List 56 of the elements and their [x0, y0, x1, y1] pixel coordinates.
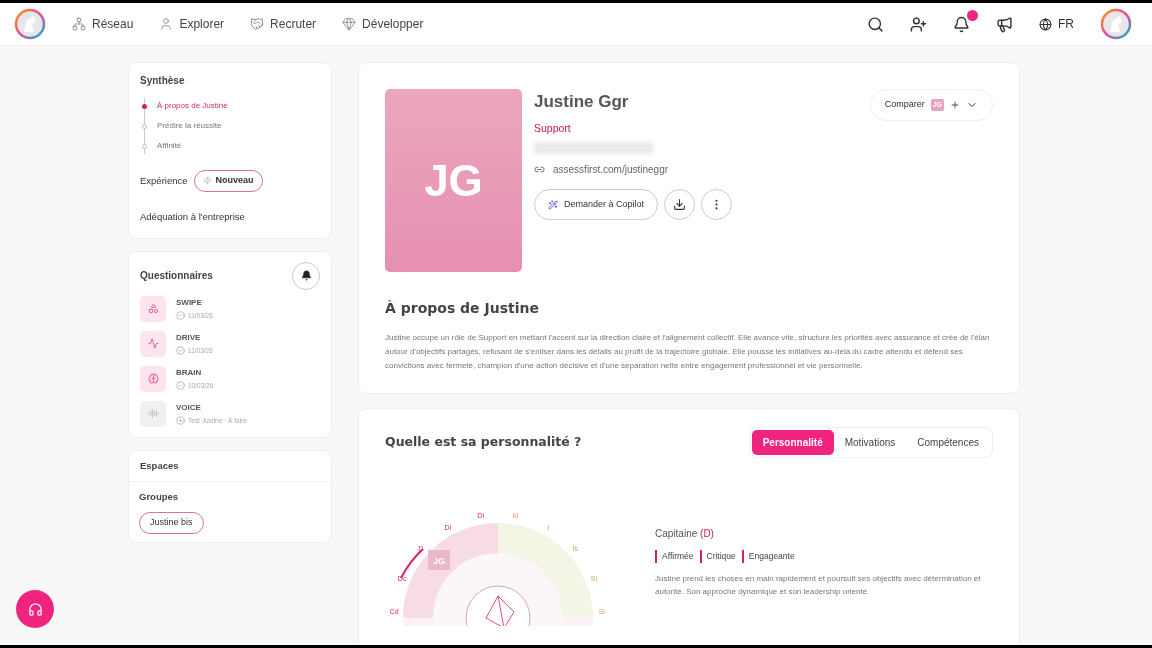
trait-label: Critique	[699, 550, 736, 563]
trait-label: Affirmée	[655, 550, 694, 563]
profile-link[interactable]: assessfirst.com/justineggr	[553, 162, 669, 178]
app-logo[interactable]	[14, 8, 46, 40]
profile-role: Support	[534, 120, 572, 136]
experience-link[interactable]: Expérience	[140, 173, 188, 188]
profile-type: Capitaine (D)	[655, 527, 715, 541]
nav-link[interactable]: Explorer	[159, 15, 225, 33]
section-title: À propos de Justine	[385, 299, 540, 318]
handshake-icon	[250, 17, 265, 31]
questionnaire-name[interactable]: DRIVE	[176, 331, 213, 344]
nav-link[interactable]: Recruter	[250, 15, 317, 33]
profile-position-marker: JG	[428, 550, 450, 570]
search-icon[interactable]	[867, 15, 884, 33]
magic-wand-icon	[548, 199, 558, 210]
add-user-icon[interactable]	[910, 15, 927, 33]
plus-icon	[950, 99, 960, 110]
megaphone-icon[interactable]	[996, 15, 1013, 33]
profile-name: Justine Ggr	[534, 91, 629, 113]
company-fit-link[interactable]: Adéquation à l'entreprise	[140, 209, 320, 224]
synthesis-link[interactable]: Prédire la réussite	[142, 120, 320, 132]
synthesis-link[interactable]: À propos de Justine	[142, 100, 320, 112]
tab[interactable]: Compétences	[906, 430, 990, 455]
headset-icon	[27, 601, 43, 617]
questionnaire-icon	[140, 295, 166, 322]
questionnaire-name[interactable]: BRAIN	[176, 366, 214, 379]
synthesis-link[interactable]: Affinité	[142, 140, 320, 152]
language-selector[interactable]: FR	[1039, 15, 1074, 33]
profile-initials-tile: JG	[385, 89, 522, 272]
nav-link[interactable]: Réseau	[72, 15, 134, 33]
about-paragraph: Justine occupe un rôle de Support en mettant l'accent sur la direction claire et l'alignement collectif. Elle avance vite, structure les priorités avec assurance et crée de l'élan autour d'objectifs partagés, refusant de s'enliser dans les détails au profit de la trajectoire globale. Elle pousse les initiatives au-delà du cadre attendu et défend ses convictions avec fermeté, champion d'une action décisive et d'une séparation nette entre engagement professionnel et vie personnelle.	[385, 332, 991, 372]
download-icon	[673, 198, 687, 212]
network-icon	[72, 17, 86, 31]
section-title: Quelle est sa personnalité ?	[385, 433, 582, 452]
questionnaire-name[interactable]: SWIPE	[176, 296, 213, 309]
diamond-icon	[342, 17, 357, 31]
trait-label: Engageante	[741, 550, 795, 563]
globe-icon	[1039, 17, 1052, 31]
questionnaire-icon	[140, 365, 166, 392]
tab[interactable]: Motivations	[833, 430, 907, 455]
card-title: Synthèse	[140, 74, 186, 88]
questionnaire-icon	[140, 330, 166, 357]
questionnaire-name[interactable]: VOICE	[176, 401, 247, 414]
personality-description: Justine prend les choses en main rapidement et poursuit ses objectifs avec détermination et autorité. Son approche dynamique et son leadership orienté	[655, 572, 982, 598]
nav-link[interactable]: Développer	[342, 15, 424, 33]
notification-bell-icon[interactable]	[953, 15, 970, 33]
questionnaire-icon	[140, 400, 166, 427]
support-button[interactable]	[16, 590, 54, 628]
user-icon	[159, 17, 174, 31]
card-title: Questionnaires	[140, 269, 213, 284]
bell-icon	[300, 270, 312, 282]
lightning-icon	[202, 176, 212, 186]
profile-avatar[interactable]	[1100, 8, 1132, 40]
tab[interactable]: Personnalité	[751, 430, 834, 455]
groups-title: Groupes	[139, 490, 180, 504]
spaces-title[interactable]: Espaces	[129, 450, 331, 482]
